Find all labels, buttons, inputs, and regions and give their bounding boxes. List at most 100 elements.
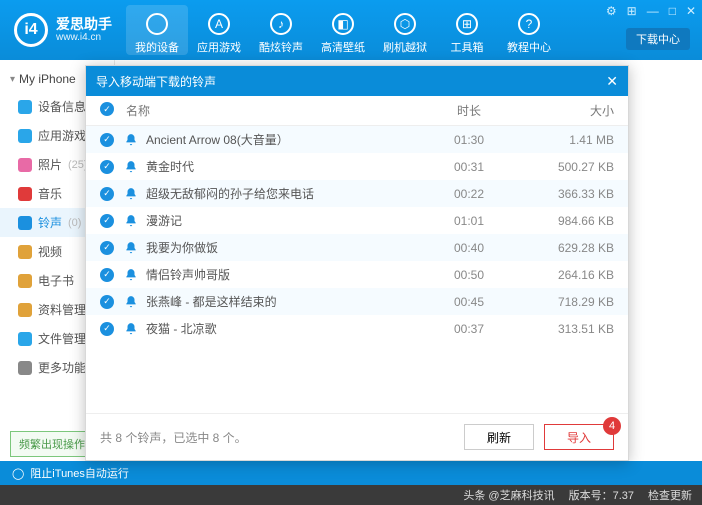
maximize-button[interactable]: □ <box>669 4 676 18</box>
ringtone-size: 629.28 KB <box>524 241 614 255</box>
ringtone-name: 情侣铃声帅哥版 <box>146 266 230 283</box>
dialog-footer: 共 8 个铃声，已选中 8 个。 刷新 导入 4 <box>86 413 628 460</box>
step-badge: 4 <box>603 417 621 435</box>
nav-icon: ⊞ <box>456 13 478 35</box>
nav-6[interactable]: ?教程中心 <box>498 5 560 55</box>
import-dialog: 导入移动端下载的铃声 ✕ ✓ 名称 时长 大小 ✓ Ancient Arrow 0… <box>85 65 629 461</box>
ringtone-name: 黄金时代 <box>146 158 194 175</box>
nav-5[interactable]: ⊞工具箱 <box>436 5 498 55</box>
row-checkbox[interactable]: ✓ <box>100 295 114 309</box>
bell-icon <box>124 268 138 282</box>
check-update[interactable]: 检查更新 <box>648 487 692 503</box>
nav-icon: A <box>208 13 230 35</box>
ringtone-size: 718.29 KB <box>524 295 614 309</box>
window-controls: ⚙ ⊞ — □ ✕ <box>606 4 696 18</box>
row-checkbox[interactable]: ✓ <box>100 160 114 174</box>
row-checkbox[interactable]: ✓ <box>100 268 114 282</box>
sidebar-icon <box>18 332 32 346</box>
sidebar-icon <box>18 187 32 201</box>
selection-summary: 共 8 个铃声，已选中 8 个。 <box>100 429 247 446</box>
nav-1[interactable]: A应用游戏 <box>188 5 250 55</box>
ringtone-size: 313.51 KB <box>524 322 614 336</box>
sidebar-icon <box>18 303 32 317</box>
sidebar-icon <box>18 216 32 230</box>
refresh-button[interactable]: 刷新 <box>464 424 534 450</box>
dialog-close-icon[interactable]: ✕ <box>606 73 618 90</box>
ringtone-row[interactable]: ✓ 情侣铃声帅哥版 00:50264.16 KB <box>86 261 628 288</box>
ringtone-row[interactable]: ✓ 张燕峰 - 都是这样结束的 00:45718.29 KB <box>86 288 628 315</box>
nav-0[interactable]: 我的设备 <box>126 5 188 55</box>
skin-icon[interactable]: ⊞ <box>627 4 637 18</box>
nav-3[interactable]: ◧高清壁纸 <box>312 5 374 55</box>
row-checkbox[interactable]: ✓ <box>100 322 114 336</box>
ringtone-duration: 01:30 <box>414 133 524 147</box>
minimize-button[interactable]: — <box>647 4 659 18</box>
status-text[interactable]: 阻止iTunes自动运行 <box>30 465 129 481</box>
ringtone-size: 500.27 KB <box>524 160 614 174</box>
ringtone-duration: 00:31 <box>414 160 524 174</box>
col-name[interactable]: 名称 <box>126 102 414 119</box>
col-duration[interactable]: 时长 <box>414 102 524 119</box>
select-all-checkbox[interactable]: ✓ <box>100 102 114 116</box>
ringtone-size: 366.33 KB <box>524 187 614 201</box>
ringtone-duration: 00:22 <box>414 187 524 201</box>
ringtone-row[interactable]: ✓漫游记01:01984.66 KB <box>86 207 628 234</box>
bell-icon <box>124 214 138 228</box>
ringtone-name: 张燕峰 - 都是这样结束的 <box>146 293 277 310</box>
download-center-button[interactable]: 下载中心 <box>626 28 690 50</box>
bell-icon <box>124 322 138 336</box>
ringtone-row[interactable]: ✓ 夜猫 - 北凉歌 00:37313.51 KB <box>86 315 628 342</box>
ringtone-duration: 00:40 <box>414 241 524 255</box>
app-name: 爱思助手 <box>56 17 112 32</box>
bell-icon <box>124 160 138 174</box>
nav-icon: ⬡ <box>394 13 416 35</box>
sidebar-icon <box>18 245 32 259</box>
nav-4[interactable]: ⬡刷机越狱 <box>374 5 436 55</box>
ringtone-size: 1.41 MB <box>524 133 614 147</box>
dialog-header: 导入移动端下载的铃声 ✕ <box>86 66 628 96</box>
ringtone-row[interactable]: ✓ 我要为你做饭 00:40629.28 KB <box>86 234 628 261</box>
ringtone-row[interactable]: ✓ 超级无敌郁闷的孙子给您来电话 00:22366.33 KB <box>86 180 628 207</box>
ringtone-name: 漫游记 <box>146 212 182 229</box>
ringtone-size: 264.16 KB <box>524 268 614 282</box>
row-checkbox[interactable]: ✓ <box>100 214 114 228</box>
col-size[interactable]: 大小 <box>524 102 614 119</box>
dialog-title: 导入移动端下载的铃声 <box>96 73 216 90</box>
close-button[interactable]: ✕ <box>686 4 696 18</box>
chevron-down-icon: ▾ <box>10 74 15 85</box>
app-url: www.i4.cn <box>56 32 112 43</box>
sidebar-icon <box>18 361 32 375</box>
nav-icon: ♪ <box>270 13 292 35</box>
row-checkbox[interactable]: ✓ <box>100 241 114 255</box>
ringtone-duration: 00:50 <box>414 268 524 282</box>
bell-icon <box>124 241 138 255</box>
ringtone-row[interactable]: ✓ 黄金时代 00:31500.27 KB <box>86 153 628 180</box>
ringtone-name: 我要为你做饭 <box>146 239 218 256</box>
logo-icon: i4 <box>14 13 48 47</box>
version: 版本号：7.37 <box>569 487 634 503</box>
nav-icon <box>146 13 168 35</box>
column-headers: ✓ 名称 时长 大小 <box>86 96 628 126</box>
import-button[interactable]: 导入 4 <box>544 424 614 450</box>
ringtone-duration: 01:01 <box>414 214 524 228</box>
ringtone-name: Ancient Arrow 08(大音量） <box>146 131 289 148</box>
row-checkbox[interactable]: ✓ <box>100 187 114 201</box>
sidebar-icon <box>18 129 32 143</box>
ringtone-name: 夜猫 - 北凉歌 <box>146 320 217 337</box>
nav-icon: ? <box>518 13 540 35</box>
bell-icon <box>124 295 138 309</box>
ringtone-list: ✓ Ancient Arrow 08(大音量） 01:301.41 MB ✓ 黄金时代 0… <box>86 126 628 413</box>
bell-icon <box>124 133 138 147</box>
settings-icon[interactable]: ⚙ <box>606 4 617 18</box>
nav-2[interactable]: ♪酷炫铃声 <box>250 5 312 55</box>
sidebar-icon <box>18 100 32 114</box>
ringtone-duration: 00:45 <box>414 295 524 309</box>
footer-bar: 头条 @芝麻科技讯 版本号：7.37 检查更新 <box>0 485 702 505</box>
topbar: i4 爱思助手 www.i4.cn 我的设备A应用游戏♪酷炫铃声◧高清壁纸⬡刷机… <box>0 0 702 60</box>
row-checkbox[interactable]: ✓ <box>100 133 114 147</box>
credit: 头条 @芝麻科技讯 <box>463 487 554 503</box>
app-logo: i4 爱思助手 www.i4.cn <box>0 13 126 47</box>
ringtone-name: 超级无敌郁闷的孙子给您来电话 <box>146 185 314 202</box>
ringtone-duration: 00:37 <box>414 322 524 336</box>
ringtone-row[interactable]: ✓ Ancient Arrow 08(大音量） 01:301.41 MB <box>86 126 628 153</box>
